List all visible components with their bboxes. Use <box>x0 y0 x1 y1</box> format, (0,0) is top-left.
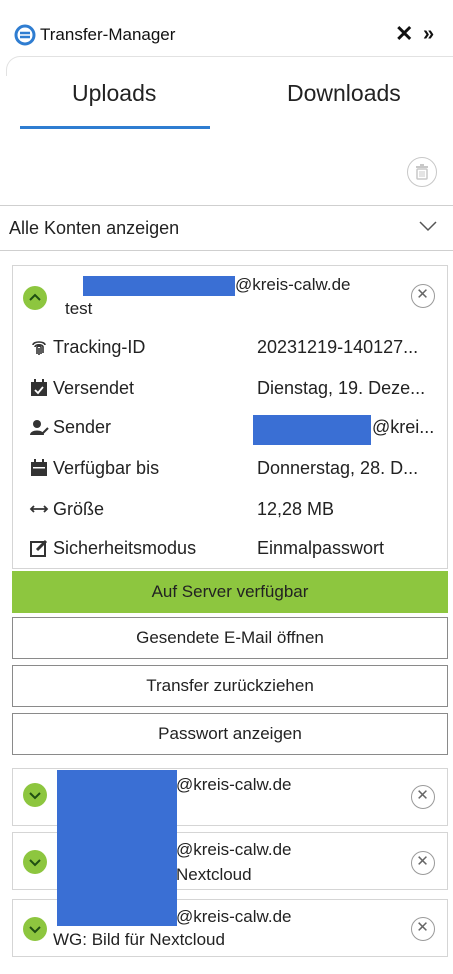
recipient-email: @kreis-calw.de <box>235 275 351 294</box>
tab-downloads[interactable]: Downloads <box>287 80 401 107</box>
expand-button[interactable] <box>23 917 47 941</box>
detail-value: Donnerstag, 28. D... <box>257 458 419 478</box>
close-icon: ✕ <box>416 787 429 804</box>
active-tab-indicator <box>20 126 210 129</box>
detail-value: 20231219-140127... <box>257 337 419 357</box>
transfer-card-expanded: @kreis-calw.de test ✕ Tracking-ID 202312… <box>12 265 448 569</box>
redacted-block <box>83 276 235 296</box>
close-icon[interactable]: ✕ <box>395 20 413 48</box>
show-password-button[interactable]: Passwort anzeigen <box>12 713 448 755</box>
chevron-up-icon <box>29 293 41 301</box>
expand-button[interactable] <box>23 783 47 807</box>
calendar-check-icon <box>31 379 47 396</box>
status-badge: Auf Server verfügbar <box>12 571 448 613</box>
detail-row-size: Größe 12,28 MB <box>29 495 449 525</box>
remove-transfer-button[interactable]: ✕ <box>411 785 435 809</box>
recipient-email: @kreis-calw.de <box>176 907 292 926</box>
transfer-subject: WG: Bild für Nextcloud <box>53 930 225 949</box>
detail-label: Tracking-ID <box>53 337 146 357</box>
detail-row-sender: Sender @krei... <box>29 413 449 445</box>
redacted-block <box>57 770 177 926</box>
detail-label: Versendet <box>53 378 135 398</box>
calendar-icon <box>31 459 47 476</box>
user-edit-icon <box>30 420 49 435</box>
withdraw-transfer-button[interactable]: Transfer zurückziehen <box>12 665 448 707</box>
close-icon: ✕ <box>416 919 429 936</box>
chevron-down-icon <box>29 792 41 800</box>
redacted-block <box>253 415 371 445</box>
chevron-down-icon <box>419 221 437 232</box>
transfer-subject: Nextcloud <box>176 865 252 884</box>
clear-all-button[interactable] <box>407 157 437 187</box>
account-filter-select[interactable]: Alle Konten anzeigen <box>0 205 453 251</box>
detail-label: Sicherheitsmodus <box>53 538 197 558</box>
detail-row-security-mode: Sicherheitsmodus Einmalpasswort <box>29 534 449 564</box>
detail-value: Dienstag, 19. Deze... <box>257 378 426 398</box>
detail-label: Größe <box>53 499 105 519</box>
chevron-down-icon <box>29 859 41 867</box>
detail-label: Verfügbar bis <box>53 458 160 478</box>
arrows-horizontal-icon <box>29 505 49 513</box>
detail-value: 12,28 MB <box>257 499 335 519</box>
tab-uploads[interactable]: Uploads <box>72 80 156 107</box>
remove-transfer-button[interactable]: ✕ <box>411 917 435 941</box>
remove-transfer-button[interactable]: ✕ <box>411 851 435 875</box>
collapse-panel-icon[interactable]: » <box>423 20 434 48</box>
fingerprint-icon <box>32 341 46 355</box>
chevron-down-icon <box>29 926 41 934</box>
detail-value: @krei... <box>372 417 435 437</box>
account-filter-value: Alle Konten anzeigen <box>9 218 180 238</box>
remove-transfer-button[interactable]: ✕ <box>411 284 435 308</box>
panel-border <box>6 56 453 76</box>
recipient-email: @kreis-calw.de <box>176 840 292 859</box>
detail-label: Sender <box>53 417 112 437</box>
detail-row-tracking-id: Tracking-ID 20231219-140127... <box>29 333 449 363</box>
close-icon: ✕ <box>416 286 429 303</box>
app-logo-icon <box>14 24 36 46</box>
close-icon: ✕ <box>416 853 429 870</box>
detail-row-available-until: Verfügbar bis Donnerstag, 28. D... <box>29 454 449 484</box>
recipient-email: @kreis-calw.de <box>176 775 292 794</box>
open-sent-email-button[interactable]: Gesendete E-Mail öffnen <box>12 617 448 659</box>
edit-square-icon <box>30 539 48 557</box>
title-bar: Transfer-Manager ✕ » <box>0 0 453 60</box>
detail-value: Einmalpasswort <box>257 538 385 558</box>
transfer-subject: test <box>65 299 93 318</box>
window-title: Transfer-Manager <box>40 25 176 44</box>
expand-button[interactable] <box>23 850 47 874</box>
trash-icon <box>416 164 428 180</box>
collapse-button[interactable] <box>23 286 47 310</box>
detail-row-sent: Versendet Dienstag, 19. Deze... <box>29 374 449 404</box>
